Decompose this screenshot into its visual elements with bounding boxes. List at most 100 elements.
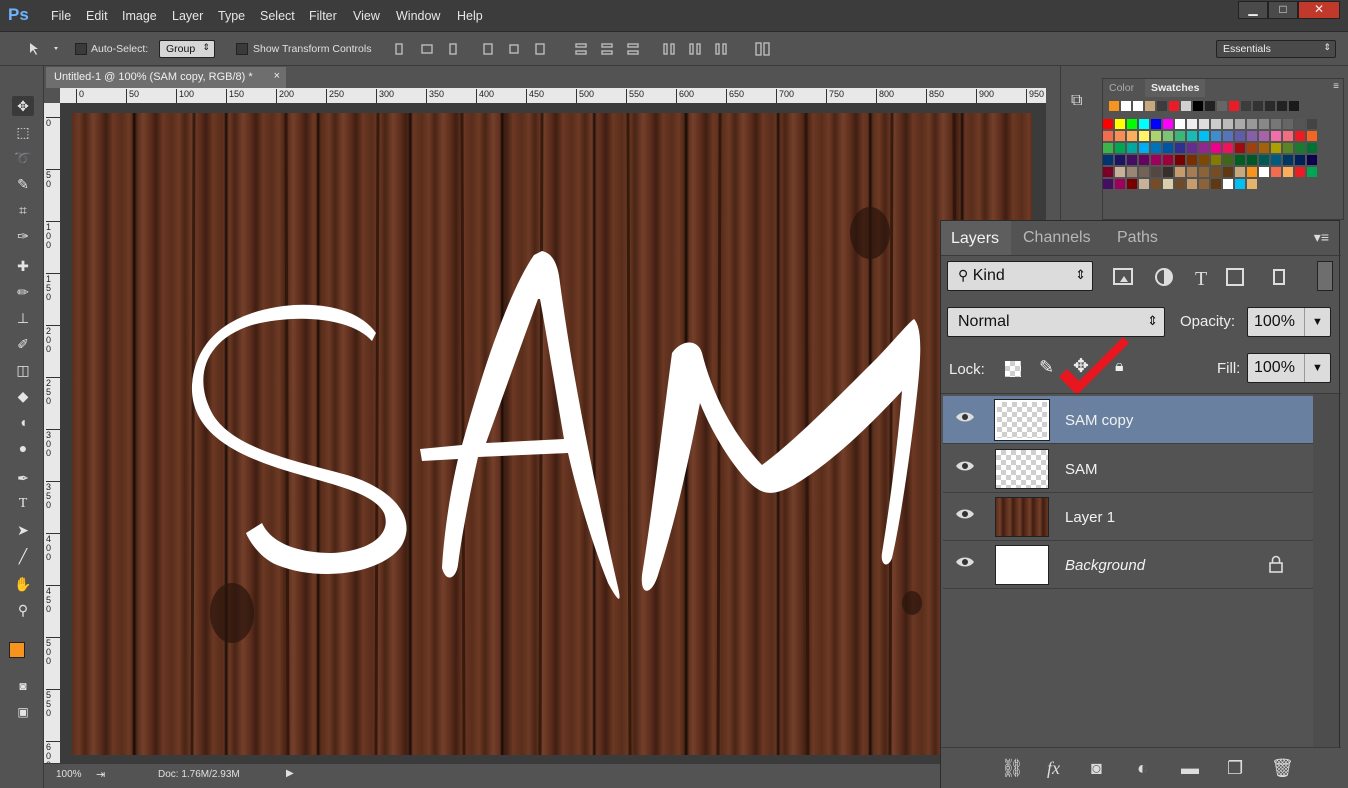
layer-name[interactable]: SAM copy [1065, 412, 1133, 429]
menu-help[interactable]: Help [457, 9, 483, 23]
swatch[interactable] [1283, 167, 1293, 177]
swatch[interactable] [1139, 167, 1149, 177]
swatch[interactable] [1127, 131, 1137, 141]
swatch[interactable] [1295, 167, 1305, 177]
chevron-down-icon[interactable]: ▼ [1304, 354, 1330, 382]
move-tool-preset-icon[interactable] [24, 41, 64, 57]
tab-paths[interactable]: Paths [1117, 229, 1158, 247]
swatch[interactable] [1295, 119, 1305, 129]
swatch[interactable] [1283, 119, 1293, 129]
swatch[interactable] [1217, 101, 1227, 111]
swatch[interactable] [1175, 155, 1185, 165]
swatch[interactable] [1271, 119, 1281, 129]
blur-tool-icon[interactable]: ◖ [12, 412, 34, 432]
type-tool-icon[interactable]: T [12, 494, 34, 514]
swatch[interactable] [1205, 101, 1215, 111]
swatch[interactable] [1235, 167, 1245, 177]
swatch[interactable] [1121, 101, 1131, 111]
swatch[interactable] [1163, 155, 1173, 165]
swatch[interactable] [1223, 167, 1233, 177]
swatch[interactable] [1157, 101, 1167, 111]
new-layer-icon[interactable]: ❐ [1227, 758, 1243, 779]
swatch[interactable] [1223, 119, 1233, 129]
link-icon[interactable]: ⛓ [1001, 758, 1024, 779]
menu-layer[interactable]: Layer [172, 9, 203, 23]
line-tool-icon[interactable]: ╱ [12, 546, 34, 566]
swatch[interactable] [1271, 167, 1281, 177]
layer-name[interactable]: SAM [1065, 461, 1098, 478]
menu-image[interactable]: Image [122, 9, 157, 23]
visibility-eye-icon[interactable] [955, 410, 975, 424]
auto-select-checkbox[interactable] [75, 43, 87, 55]
marquee-tool-icon[interactable]: ⬚ [12, 122, 34, 142]
swatch[interactable] [1187, 179, 1197, 189]
swatch[interactable] [1175, 167, 1185, 177]
swatch[interactable] [1307, 167, 1317, 177]
show-transform-checkbox[interactable] [236, 43, 248, 55]
swatch[interactable] [1283, 143, 1293, 153]
swatch[interactable] [1109, 101, 1119, 111]
swatch[interactable] [1259, 119, 1269, 129]
swatch[interactable] [1175, 119, 1185, 129]
stamp-tool-icon[interactable]: ⊥ [12, 308, 34, 328]
fill-field[interactable]: 100% ▼ [1247, 353, 1331, 383]
swatch[interactable] [1223, 131, 1233, 141]
swatch[interactable] [1163, 143, 1173, 153]
filter-toggle[interactable] [1317, 261, 1333, 291]
swatch[interactable] [1151, 179, 1161, 189]
swatch[interactable] [1235, 131, 1245, 141]
swatch[interactable] [1127, 119, 1137, 129]
swatch[interactable] [1115, 131, 1125, 141]
swatch[interactable] [1193, 101, 1203, 111]
history-brush-icon[interactable]: ✐ [12, 334, 34, 354]
swatch[interactable] [1181, 101, 1191, 111]
fx-icon[interactable]: fx [1047, 758, 1060, 779]
swatch[interactable] [1151, 155, 1161, 165]
swatch[interactable] [1235, 155, 1245, 165]
layer-name[interactable]: Background [1065, 557, 1145, 574]
swatch[interactable] [1151, 119, 1161, 129]
close-button[interactable]: ✕ [1298, 1, 1340, 19]
visibility-eye-icon[interactable] [955, 459, 975, 473]
hand-tool-icon[interactable]: ✋ [12, 574, 34, 594]
menu-select[interactable]: Select [260, 9, 295, 23]
swatch[interactable] [1163, 119, 1173, 129]
swatch[interactable] [1103, 155, 1113, 165]
swatch[interactable] [1283, 131, 1293, 141]
swatch[interactable] [1199, 155, 1209, 165]
menu-window[interactable]: Window [396, 9, 440, 23]
menu-file[interactable]: File [51, 9, 71, 23]
eraser-tool-icon[interactable]: ◫ [12, 360, 34, 380]
auto-select-dropdown[interactable]: Group ⇕ [159, 40, 215, 58]
menu-filter[interactable]: Filter [309, 9, 337, 23]
swatch[interactable] [1127, 155, 1137, 165]
menu-view[interactable]: View [353, 9, 380, 23]
swatch[interactable] [1235, 143, 1245, 153]
swatch[interactable] [1247, 167, 1257, 177]
blend-mode-dropdown[interactable]: Normal ⇕ [947, 307, 1165, 337]
swatch[interactable] [1115, 155, 1125, 165]
lock-transparent-pixels-icon[interactable] [1005, 361, 1021, 377]
swatch[interactable] [1247, 131, 1257, 141]
swatch[interactable] [1211, 131, 1221, 141]
swatch[interactable] [1307, 155, 1317, 165]
swatch[interactable] [1139, 179, 1149, 189]
swatch[interactable] [1211, 167, 1221, 177]
swatch[interactable] [1139, 155, 1149, 165]
swatch[interactable] [1151, 131, 1161, 141]
swatch[interactable] [1151, 143, 1161, 153]
brush-tool-icon[interactable]: ✏ [12, 282, 34, 302]
layers-scrollbar[interactable] [1313, 394, 1339, 748]
workspace-dropdown[interactable]: Essentials ⇕ [1216, 40, 1336, 58]
swatch[interactable] [1211, 143, 1221, 153]
zoom-tool-icon[interactable]: ⚲ [12, 600, 34, 620]
swatch[interactable] [1199, 179, 1209, 189]
pen-tool-icon[interactable]: ✒ [12, 468, 34, 488]
swatch[interactable] [1145, 101, 1155, 111]
chevron-down-icon[interactable]: ▼ [1304, 308, 1330, 336]
swatch[interactable] [1187, 131, 1197, 141]
visibility-eye-icon[interactable] [955, 507, 975, 521]
swatch[interactable] [1187, 155, 1197, 165]
paint-bucket-icon[interactable]: ◆ [12, 386, 34, 406]
export-icon[interactable]: ⇥ [96, 768, 105, 781]
